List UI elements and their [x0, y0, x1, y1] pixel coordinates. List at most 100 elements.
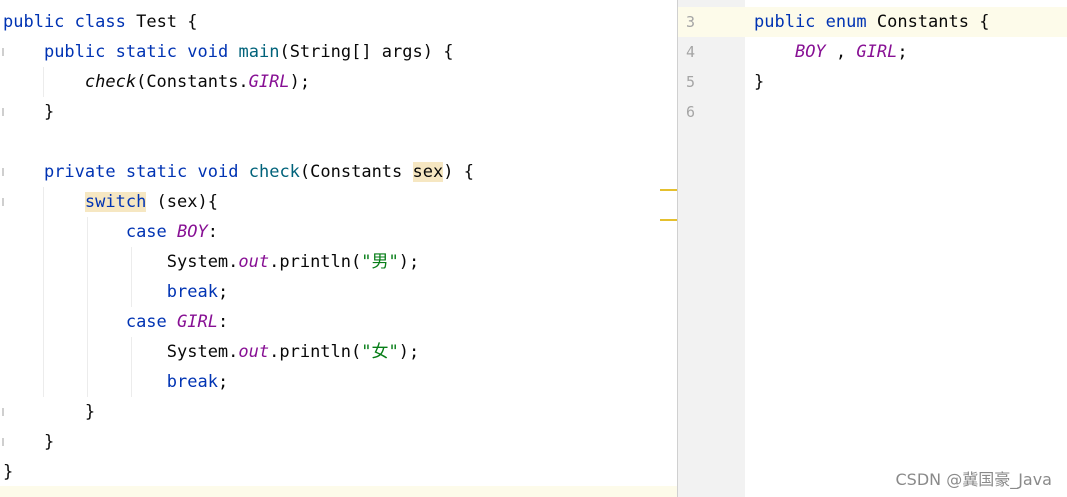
code-line[interactable]: switch (sex){ — [3, 187, 218, 217]
code-token: case — [125, 312, 167, 332]
code-token: ; — [217, 372, 229, 392]
scroll-marker[interactable] — [660, 219, 677, 221]
code-token: void — [187, 42, 229, 62]
code-token: public — [3, 12, 65, 32]
code-line[interactable]: public enum Constants { — [754, 7, 989, 37]
code-token: enum — [825, 12, 867, 32]
code-line[interactable]: } — [3, 457, 13, 487]
code-token: } — [754, 72, 765, 92]
code-line[interactable]: } — [754, 67, 764, 97]
line-number: 6 — [686, 103, 696, 121]
line-number-gutter: 3 4 5 6 — [678, 0, 745, 497]
code-token: : — [207, 222, 218, 242]
code-token: check — [248, 162, 300, 182]
code-line[interactable]: BOY , GIRL; — [754, 37, 908, 67]
code-token: BOY — [794, 42, 826, 62]
code-token: } — [3, 432, 55, 452]
code-line[interactable]: } — [3, 427, 54, 457]
code-token: GIRL — [248, 72, 290, 92]
left-editor-pane[interactable]: public class Test { public static void m… — [0, 0, 677, 497]
code-token: ); — [289, 72, 311, 92]
code-line[interactable]: } — [3, 397, 95, 427]
line-number: 4 — [686, 43, 696, 61]
code-token: main — [238, 42, 280, 62]
code-line[interactable]: System.out.println("男"); — [3, 247, 419, 277]
code-token: BOY — [177, 222, 208, 242]
code-token: ); — [398, 252, 420, 272]
code-line[interactable]: case GIRL: — [3, 307, 228, 337]
code-token: (Constants. — [136, 72, 249, 92]
code-token: public — [43, 42, 106, 62]
code-token: : — [217, 312, 229, 332]
code-token: Constants { — [866, 12, 990, 32]
code-line[interactable]: System.out.println("女"); — [3, 337, 419, 367]
current-line-highlight — [0, 486, 677, 497]
code-token: GIRL — [856, 42, 898, 62]
code-token: ) { — [443, 162, 474, 182]
code-token: "女" — [361, 342, 399, 362]
code-token: static — [125, 162, 188, 182]
code-token: out — [238, 252, 270, 272]
code-token: System. — [3, 252, 239, 272]
code-token: ; — [897, 42, 908, 62]
code-token: } — [3, 402, 96, 422]
right-editor-pane[interactable]: public enum Constants { BOY , GIRL;} — [745, 0, 1067, 497]
code-token: class — [74, 12, 126, 32]
code-token: (sex){ — [146, 192, 218, 212]
code-token: break — [166, 282, 218, 302]
code-token: (String[] args) { — [279, 42, 454, 62]
code-token: void — [197, 162, 239, 182]
scroll-marker[interactable] — [660, 189, 677, 191]
code-token: sex — [412, 162, 444, 182]
line-number: 3 — [686, 13, 696, 31]
code-line[interactable]: public class Test { — [3, 7, 198, 37]
code-token: static — [115, 42, 178, 62]
code-token: out — [238, 342, 270, 362]
code-line[interactable]: } — [3, 97, 54, 127]
code-token: public — [754, 12, 816, 32]
code-token: .println( — [269, 342, 362, 362]
code-token: GIRL — [177, 312, 218, 332]
code-line[interactable]: break; — [3, 277, 228, 307]
code-token: .println( — [269, 252, 362, 272]
code-token: } — [3, 102, 55, 122]
code-token: check — [84, 72, 137, 92]
code-token: } — [3, 462, 14, 482]
code-token: Test { — [125, 12, 198, 32]
code-line[interactable]: private static void check(Constants sex)… — [3, 157, 474, 187]
code-token: System. — [3, 342, 239, 362]
code-token: switch — [84, 192, 147, 212]
code-token: case — [125, 222, 167, 242]
code-token: break — [166, 372, 218, 392]
code-line[interactable]: break; — [3, 367, 228, 397]
code-token: "男" — [361, 252, 399, 272]
code-token: ); — [398, 342, 420, 362]
watermark: CSDN @冀国豪_Java — [895, 470, 1052, 489]
line-number: 5 — [686, 73, 696, 91]
code-line[interactable]: public static void main(String[] args) { — [3, 37, 454, 67]
code-line[interactable]: case BOY: — [3, 217, 218, 247]
code-line[interactable]: check(Constants.GIRL); — [3, 67, 310, 97]
code-token: ; — [217, 282, 229, 302]
code-token: , — [825, 42, 857, 62]
code-token: (Constants — [299, 162, 413, 182]
code-token: private — [43, 162, 116, 182]
